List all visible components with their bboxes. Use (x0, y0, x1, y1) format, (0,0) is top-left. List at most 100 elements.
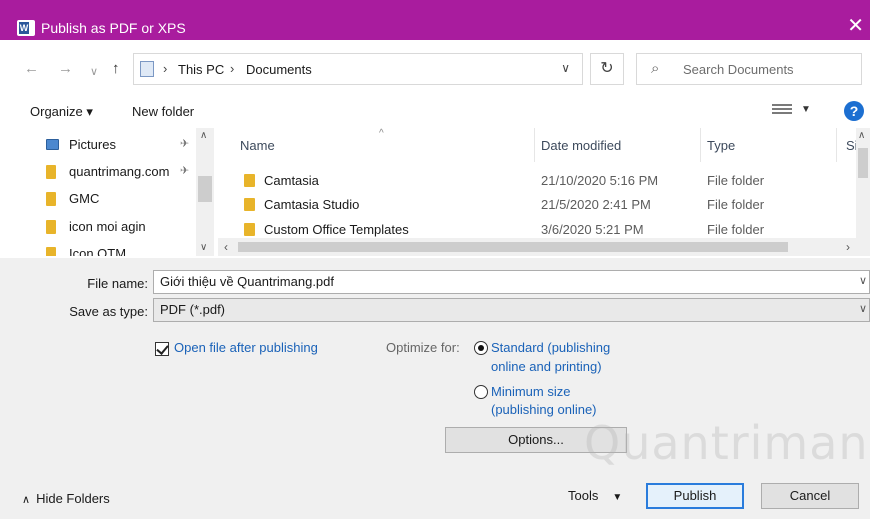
chevron-right-icon: › (163, 61, 168, 76)
folder-icon (244, 223, 255, 236)
tools-label: Tools (568, 488, 599, 503)
refresh-icon[interactable]: ↻ (590, 53, 624, 85)
recent-locations-icon[interactable]: ∨ (90, 63, 98, 81)
sidebar-item-label: icon moi agin (69, 219, 146, 234)
up-arrow-icon[interactable]: ↑ (112, 60, 120, 78)
file-list-horizontal-scrollbar[interactable]: ‹ › (218, 238, 870, 256)
file-name: Camtasia Studio (264, 197, 360, 212)
save-as-type-value: PDF (*.pdf) (160, 302, 226, 317)
sidebar-scrollbar[interactable]: ∧ ∨ (196, 128, 214, 256)
file-date: 21/10/2020 5:16 PM (541, 173, 659, 188)
chevron-down-icon[interactable]: ∨ (200, 242, 207, 253)
scrollbar-thumb[interactable] (858, 148, 868, 178)
search-icon: ⌕ (651, 60, 660, 77)
standard-radio[interactable] (474, 341, 488, 355)
breadcrumb-documents[interactable]: Documents (246, 62, 312, 78)
folder-icon (244, 198, 255, 211)
chevron-down-icon[interactable]: ▼ (801, 104, 811, 115)
sort-ascending-icon: ^ (379, 128, 384, 139)
save-as-type-select[interactable]: PDF (*.pdf) ∨ (153, 298, 870, 322)
save-as-type-label: Save as type: (69, 304, 148, 319)
forward-arrow-icon[interactable]: → (58, 60, 73, 78)
search-placeholder: Search Documents (683, 62, 794, 77)
sidebar-item-gmc[interactable]: GMC (28, 185, 198, 211)
file-name-value: Giới thiệu về Quantrimang.pdf (160, 274, 335, 289)
folder-icon (244, 174, 255, 187)
standard-option-line1[interactable]: Standard (publishing (491, 338, 610, 357)
sidebar-item-label: GMC (69, 191, 100, 206)
sidebar-item-pictures[interactable]: Pictures ✈ (28, 131, 198, 157)
this-pc-icon (140, 61, 154, 77)
window-title: Publish as PDF or XPS (41, 20, 186, 36)
back-arrow-icon[interactable]: ← (24, 60, 39, 78)
word-icon: W (17, 20, 35, 36)
sidebar-item-label: Icon QTM (69, 246, 127, 256)
chevron-up-icon: ∧ (22, 494, 31, 506)
column-header-type[interactable]: Type (707, 138, 735, 154)
pin-icon: ✈ (180, 138, 190, 150)
address-bar[interactable]: › This PC › Documents ∨ (133, 53, 583, 85)
folder-icon (46, 165, 56, 179)
navigation-pane: Pictures ✈ quantrimang.com ✈ GMC icon mo… (28, 128, 214, 256)
sidebar-item-label: quantrimang.com (69, 164, 170, 179)
file-list: ^ Name Date modified Type Siz Camtasia 2… (216, 128, 870, 256)
view-details-icon[interactable] (772, 104, 792, 118)
file-name-input[interactable]: Giới thiệu về Quantrimang.pdf ∨ (153, 270, 870, 294)
file-name-label: File name: (87, 276, 148, 291)
publish-button[interactable]: Publish (646, 483, 744, 509)
standard-option-line2[interactable]: online and printing) (491, 357, 602, 376)
scrollbar-thumb[interactable] (198, 176, 212, 202)
chevron-up-icon[interactable]: ∧ (858, 130, 865, 141)
file-name: Custom Office Templates (264, 222, 409, 237)
pictures-icon (46, 139, 59, 150)
column-header-date[interactable]: Date modified (541, 138, 621, 154)
open-after-publishing-checkbox[interactable] (155, 342, 169, 356)
sidebar-item-label: Pictures (69, 137, 116, 152)
watermark-logo: Quantrimang (584, 416, 870, 470)
folder-icon (46, 220, 56, 234)
chevron-right-icon: › (230, 61, 235, 76)
cancel-button[interactable]: Cancel (761, 483, 859, 509)
column-divider[interactable] (534, 128, 535, 162)
minimum-size-line1[interactable]: Minimum size (491, 382, 570, 401)
chevron-down-icon[interactable]: ∨ (561, 61, 570, 75)
folder-icon (46, 192, 56, 206)
column-divider[interactable] (700, 128, 701, 162)
close-icon[interactable]: ✕ (847, 16, 864, 36)
file-type: File folder (707, 222, 765, 237)
folder-icon (46, 247, 56, 256)
minimum-size-line2[interactable]: (publishing online) (491, 400, 597, 419)
optimize-for-label: Optimize for: (386, 340, 460, 355)
chevron-down-icon[interactable]: ∨ (859, 274, 867, 287)
file-date: 21/5/2020 2:41 PM (541, 197, 651, 212)
table-row[interactable]: Camtasia 21/10/2020 5:16 PM File folder (216, 169, 852, 193)
search-box[interactable]: ⌕ Search Documents (636, 53, 862, 85)
file-type: File folder (707, 173, 765, 188)
file-name: Camtasia (264, 173, 319, 188)
title-bar: W Publish as PDF or XPS ✕ (0, 0, 870, 40)
column-header-name[interactable]: Name (240, 138, 275, 154)
tools-button[interactable]: Tools ▼ (568, 488, 622, 506)
chevron-down-icon[interactable]: ∨ (859, 302, 867, 315)
open-after-publishing-label[interactable]: Open file after publishing (174, 338, 318, 357)
scrollbar-thumb[interactable] (238, 242, 788, 252)
pin-icon: ✈ (180, 165, 190, 177)
breadcrumb-this-pc[interactable]: This PC (178, 62, 224, 78)
new-folder-button[interactable]: New folder (132, 104, 194, 120)
chevron-right-icon[interactable]: › (846, 240, 850, 254)
chevron-up-icon[interactable]: ∧ (200, 130, 207, 141)
file-type: File folder (707, 197, 765, 212)
hide-folders-label: Hide Folders (36, 491, 110, 506)
table-row[interactable]: Camtasia Studio 21/5/2020 2:41 PM File f… (216, 193, 852, 217)
sidebar-item-icon-moi-agin[interactable]: icon moi agin (28, 213, 198, 239)
help-icon[interactable]: ? (844, 101, 864, 121)
sidebar-item-quantrimang[interactable]: quantrimang.com ✈ (28, 158, 198, 184)
column-divider[interactable] (836, 128, 837, 162)
organize-button[interactable]: Organize ▾ (30, 104, 93, 120)
hide-folders-button[interactable]: ∧ Hide Folders (22, 491, 110, 508)
sidebar-item-icon-qtm[interactable]: Icon QTM (28, 240, 198, 256)
chevron-left-icon[interactable]: ‹ (224, 240, 228, 254)
caret-down-icon: ▼ (612, 492, 623, 503)
minimum-size-radio[interactable] (474, 385, 488, 399)
file-list-vertical-scrollbar[interactable]: ∧ (856, 128, 870, 238)
